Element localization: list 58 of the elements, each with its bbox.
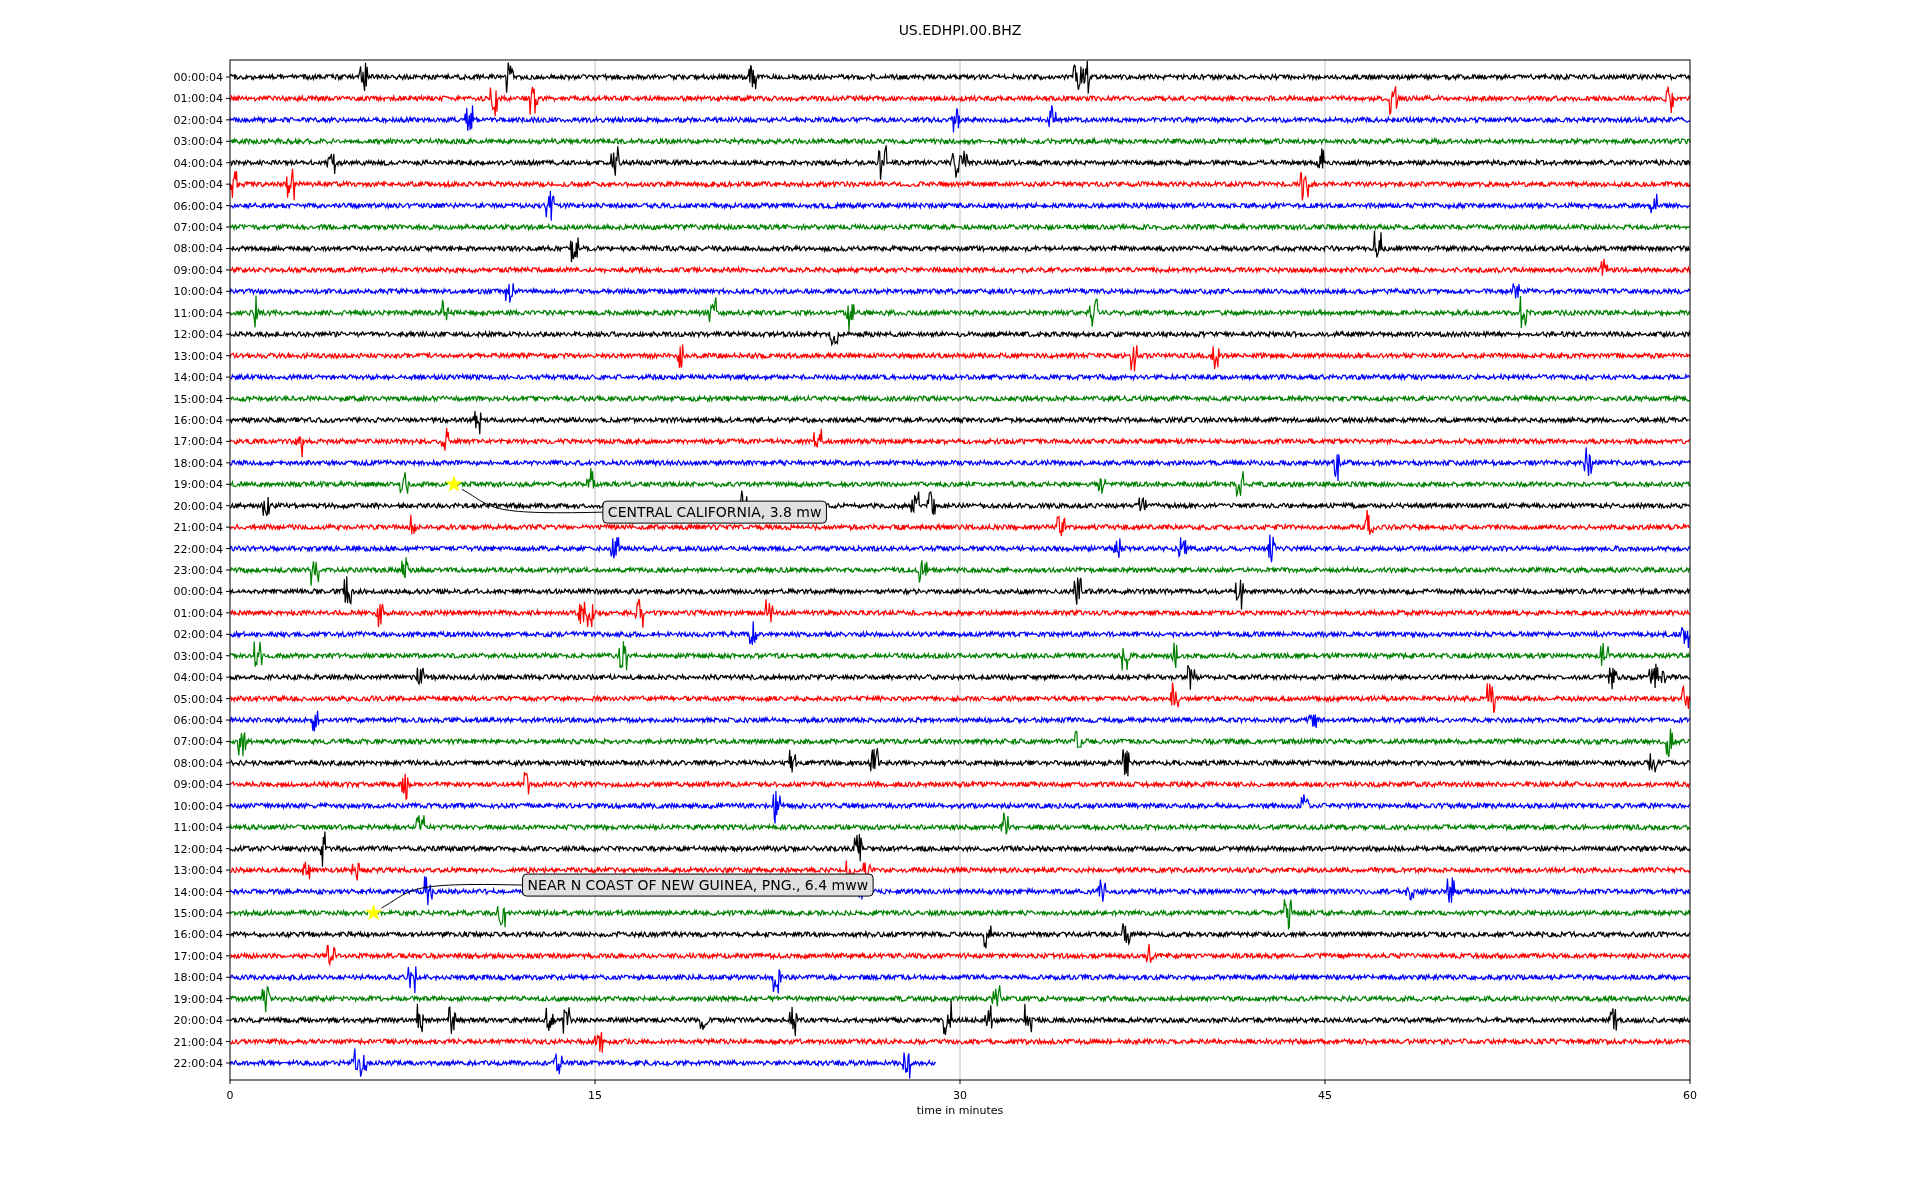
y-tick-label: 20:00:04 — [173, 1014, 223, 1028]
event-label: NEAR N COAST OF NEW GUINEA, PNG., 6.4 mww — [522, 873, 874, 897]
y-tick-label: 14:00:04 — [173, 371, 223, 385]
y-tick-label: 18:00:04 — [173, 456, 223, 470]
star-icon — [445, 475, 463, 492]
chart-title: US.EDHPI.00.BHZ — [898, 22, 1022, 38]
y-tick-label: 14:00:04 — [173, 885, 223, 899]
y-tick-label: 17:00:04 — [173, 435, 223, 449]
y-tick-label: 22:00:04 — [173, 1057, 223, 1070]
y-tick-label: 16:00:04 — [173, 413, 223, 427]
y-tick-label: 15:00:04 — [173, 392, 223, 406]
y-tick-label: 07:00:04 — [173, 221, 223, 235]
y-tick-label: 16:00:04 — [173, 928, 223, 942]
star-icon — [365, 904, 383, 921]
x-tick-label: 45 — [1318, 1089, 1332, 1102]
y-tick-label: 23:00:04 — [173, 564, 223, 577]
y-tick-label: 06:00:04 — [173, 199, 223, 213]
y-tick-label: 08:00:04 — [173, 756, 223, 770]
y-tick-label: 11:00:04 — [173, 306, 223, 320]
y-tick-label: 13:00:04 — [173, 349, 223, 363]
y-tick-label: 04:00:04 — [173, 671, 223, 685]
y-tick-label: 07:00:04 — [173, 735, 223, 749]
y-tick-label: 12:00:04 — [173, 328, 223, 342]
y-tick-label: 05:00:04 — [173, 178, 223, 192]
y-tick-label: 15:00:04 — [173, 906, 223, 920]
y-tick-label: 06:00:04 — [173, 714, 223, 728]
y-tick-label: 04:00:04 — [173, 156, 223, 170]
y-tick-label: 20:00:04 — [173, 499, 223, 513]
y-tick-label: 09:00:04 — [173, 263, 223, 277]
y-tick-label: 13:00:04 — [173, 864, 223, 878]
y-tick-label: 21:00:04 — [173, 1035, 223, 1049]
y-tick-label: 10:00:04 — [173, 285, 223, 299]
y-tick-label: 21:00:04 — [173, 521, 223, 535]
event-label: CENTRAL CALIFORNIA, 3.8 mw — [602, 500, 827, 524]
y-tick-label: 05:00:04 — [173, 692, 223, 706]
y-tick-label: 02:00:04 — [173, 113, 223, 127]
y-tick-label: 10:00:04 — [173, 799, 223, 813]
x-tick-label: 60 — [1683, 1089, 1697, 1102]
y-tick-label: 02:00:04 — [173, 628, 223, 642]
y-tick-label: 19:00:04 — [173, 478, 223, 492]
y-tick-label: 03:00:04 — [173, 649, 223, 663]
x-axis-label: time in minutes — [916, 1104, 1004, 1117]
x-tick-label: 30 — [953, 1089, 967, 1102]
y-tick-label: 18:00:04 — [173, 971, 223, 985]
x-tick-label: 0 — [226, 1089, 234, 1102]
y-tick-label: 11:00:04 — [173, 821, 223, 835]
y-tick-label: 08:00:04 — [173, 242, 223, 256]
x-tick-label: 15 — [588, 1089, 602, 1102]
y-tick-label: 01:00:04 — [173, 92, 223, 106]
y-tick-label: 03:00:04 — [173, 135, 223, 149]
y-tick-label: 00:00:04 — [173, 71, 223, 84]
y-tick-label: 00:00:04 — [173, 585, 223, 599]
y-tick-label: 22:00:04 — [173, 542, 223, 556]
y-tick-label: 12:00:04 — [173, 842, 223, 856]
y-tick-label: 01:00:04 — [173, 606, 223, 620]
y-tick-label: 09:00:04 — [173, 778, 223, 792]
y-tick-label: 17:00:04 — [173, 949, 223, 963]
y-tick-label: 19:00:04 — [173, 992, 223, 1006]
